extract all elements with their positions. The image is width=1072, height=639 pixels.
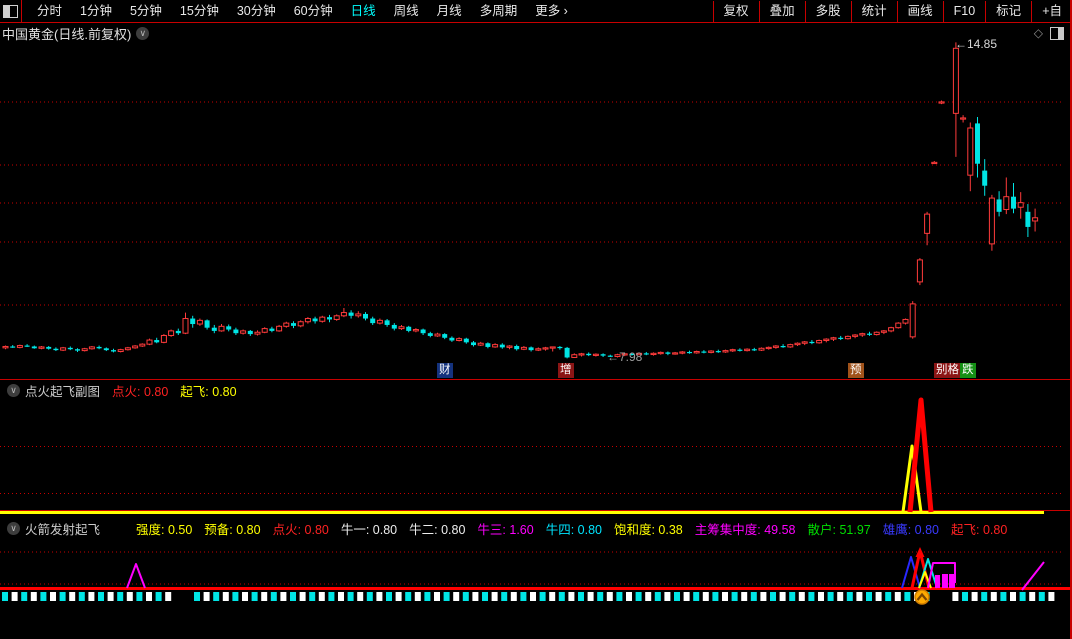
panel3-indicator-value: 牛二: 0.80 bbox=[409, 523, 466, 537]
tool-item[interactable]: 复权 bbox=[712, 0, 759, 22]
panel2-values: 点火: 0.80 起飞: 0.80 bbox=[100, 381, 237, 400]
panel2-indicator-value: 点火: 0.80 bbox=[112, 385, 169, 399]
panel3-indicator-value: 牛一: 0.80 bbox=[340, 523, 398, 537]
tool-item[interactable]: 多股 bbox=[804, 0, 851, 22]
split-view-icon[interactable] bbox=[1050, 26, 1064, 40]
period-item[interactable]: 分时 bbox=[28, 0, 71, 22]
price-annotation: ←7.98 bbox=[607, 350, 643, 364]
tool-item[interactable]: 画线 bbox=[896, 0, 943, 22]
tool-item[interactable]: 标记 bbox=[985, 0, 1031, 22]
panel3-indicator-value: 主筹集中度: 49.58 bbox=[694, 523, 796, 537]
panel3-indicator-value: 预备: 0.80 bbox=[204, 523, 261, 537]
collapse-panel2-icon[interactable]: ∨ bbox=[7, 384, 20, 397]
panel2-name: 点火起飞副图 bbox=[25, 385, 101, 399]
period-item[interactable]: 日线 bbox=[342, 0, 385, 22]
tools-menu: 复权 叠加 多股 统计 画线 F10 标记 +自 bbox=[712, 0, 1072, 22]
gold-signal-icon bbox=[914, 589, 930, 605]
event-tag[interactable]: 财 bbox=[437, 363, 453, 378]
collapse-panel3-icon[interactable]: ∨ bbox=[7, 522, 20, 535]
tool-item[interactable]: 统计 bbox=[850, 0, 897, 22]
period-item[interactable]: 周线 bbox=[385, 0, 428, 22]
chart-canvas bbox=[0, 42, 1070, 605]
period-item[interactable]: 1分钟 bbox=[71, 0, 121, 22]
period-item[interactable]: 更多 › bbox=[526, 0, 577, 22]
panel3-indicator-value: 饱和度: 0.38 bbox=[613, 523, 683, 537]
panel3-values: 强度: 0.50 预备: 0.80 点火: 0.80 牛一: 0.80 牛二: 0.80… bbox=[124, 519, 1007, 538]
stock-title: 中国黄金(日线.前复权) bbox=[2, 26, 132, 42]
event-tag[interactable]: 跌 bbox=[960, 363, 976, 378]
panel2-indicator-value: 起飞: 0.80 bbox=[180, 385, 237, 399]
chart-corner-icons: ◇ bbox=[1034, 26, 1064, 40]
panel3-indicator-value: 雄鹰: 0.80 bbox=[882, 523, 940, 537]
event-tag[interactable]: 增 bbox=[558, 363, 574, 378]
period-item[interactable]: 多周期 bbox=[471, 0, 527, 22]
period-item[interactable]: 5分钟 bbox=[121, 0, 171, 22]
app-window: 分时 1分钟 5分钟 15分钟 30分钟 60分钟 日线 周线 月线 多周期 更多 › 复权 叠加 多股… bbox=[0, 0, 1072, 639]
panel3-name: 火箭发射起飞 bbox=[25, 523, 101, 537]
period-menu: 分时 1分钟 5分钟 15分钟 30分钟 60分钟 日线 周线 月线 多周期 更多 › bbox=[28, 0, 577, 22]
panel3-indicator-value: 牛三: 1.60 bbox=[477, 523, 534, 537]
panel3-indicator-value: 散户: 51.97 bbox=[807, 523, 871, 537]
event-tag[interactable]: 别格 bbox=[934, 363, 961, 378]
diamond-icon[interactable]: ◇ bbox=[1034, 26, 1043, 40]
chevron-down-icon[interactable]: ∨ bbox=[136, 26, 150, 40]
event-tag[interactable]: 预 bbox=[848, 363, 864, 378]
panel2-header: ∨ 点火起飞副图 点火: 0.80 起飞: 0.80 bbox=[2, 381, 237, 400]
tool-item[interactable]: F10 bbox=[942, 0, 986, 22]
layout-toggle-icon[interactable] bbox=[0, 0, 22, 22]
tool-item[interactable]: 叠加 bbox=[758, 0, 805, 22]
panel3-indicator-value: 点火: 0.80 bbox=[272, 523, 329, 537]
tool-item[interactable]: +自 bbox=[1031, 0, 1072, 22]
period-item[interactable]: 60分钟 bbox=[285, 0, 342, 22]
period-item[interactable]: 15分钟 bbox=[171, 0, 228, 22]
panel3-indicator-value: 强度: 0.50 bbox=[136, 523, 193, 537]
panel3-indicator-value: 牛四: 0.80 bbox=[545, 523, 602, 537]
chart-title-row: 中国黄金(日线.前复权) ∨ bbox=[2, 25, 150, 42]
period-item[interactable]: 月线 bbox=[428, 0, 471, 22]
price-annotation: ←14.85 bbox=[955, 37, 998, 51]
panel3-header: ∨ 火箭发射起飞 强度: 0.50 预备: 0.80 点火: 0.80 牛一: 0.8… bbox=[2, 519, 1007, 538]
period-item[interactable]: 30分钟 bbox=[228, 0, 285, 22]
panel3-indicator-value: 起飞: 0.80 bbox=[951, 523, 1008, 537]
period-toolbar: 分时 1分钟 5分钟 15分钟 30分钟 60分钟 日线 周线 月线 多周期 更多 › 复权 叠加 多股… bbox=[0, 0, 1072, 23]
